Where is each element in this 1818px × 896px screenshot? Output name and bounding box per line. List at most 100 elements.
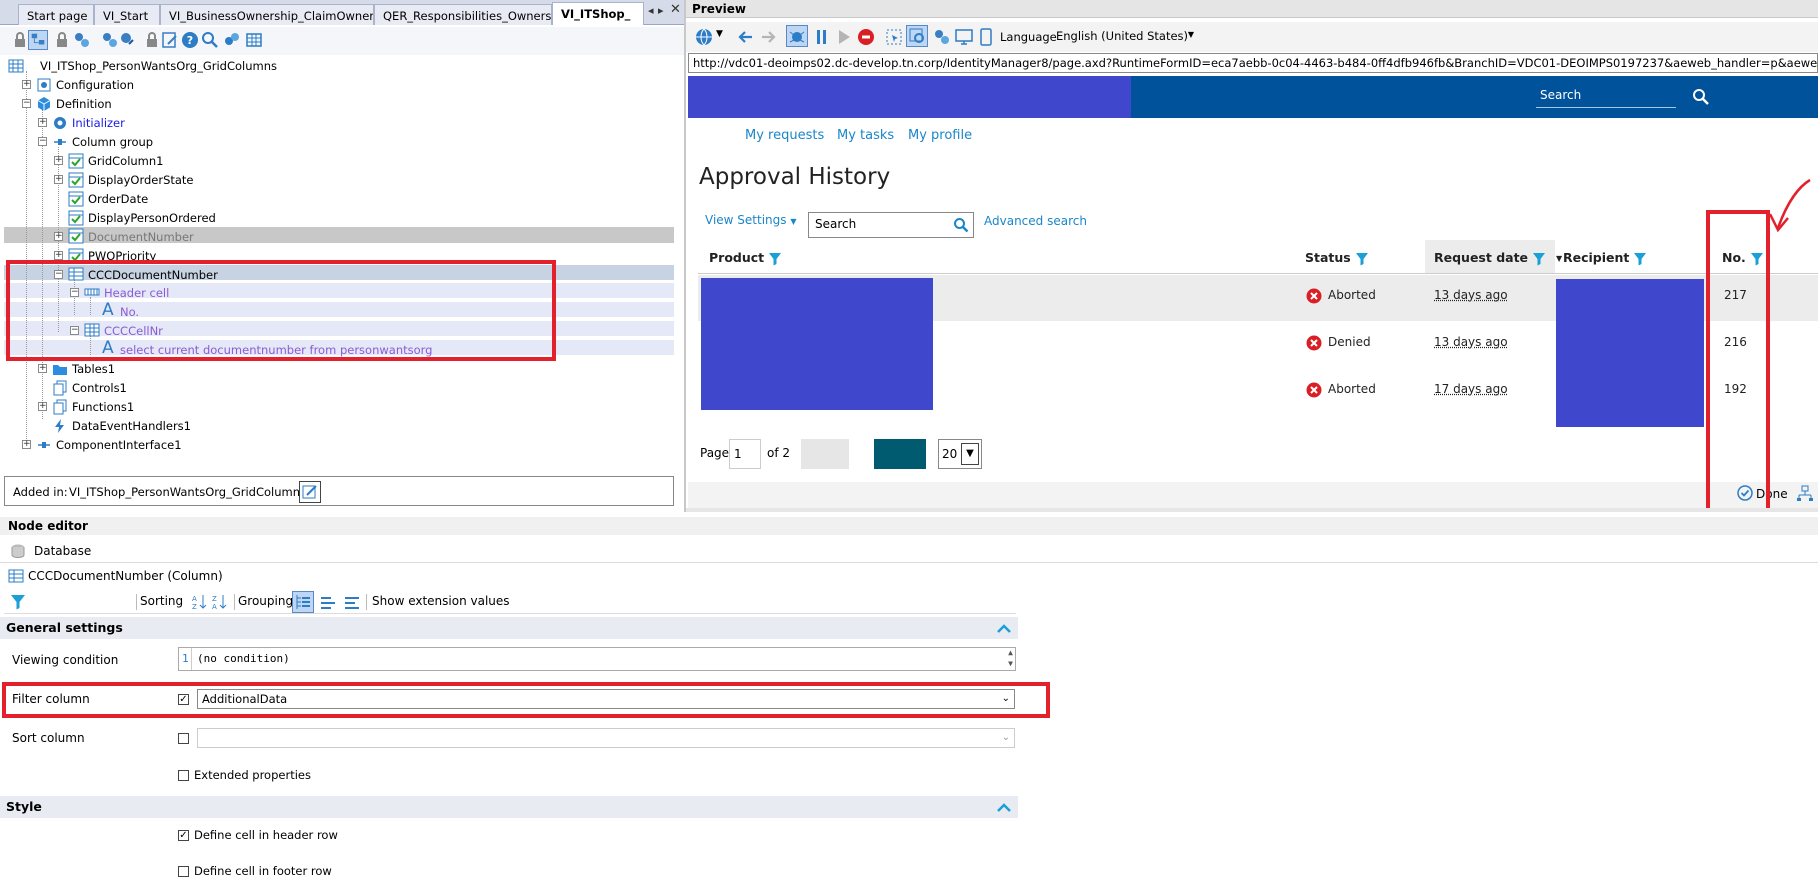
tab-close-icon[interactable]: ✕ (670, 2, 681, 17)
tab-vi-start[interactable]: VI_Start (94, 4, 160, 25)
define-footer-checkbox[interactable] (178, 866, 189, 877)
general-settings-header[interactable]: General settings (0, 617, 1018, 639)
extended-properties-checkbox[interactable] (178, 770, 189, 781)
sort-ascending-icon[interactable]: AZ (190, 593, 208, 611)
chevron-down-icon[interactable]: ▼ (716, 29, 723, 39)
document-tab-bar: Start page VI_Start VI_BusinessOwnership… (0, 0, 684, 25)
link-icon[interactable] (222, 30, 242, 50)
splitter[interactable] (684, 0, 686, 512)
filter-icon[interactable] (1355, 252, 1369, 266)
expand-plus-icon[interactable]: + (54, 175, 63, 184)
tree-view-icon[interactable] (28, 30, 48, 50)
group-list-icon[interactable] (318, 593, 338, 613)
expand-plus-icon[interactable]: + (54, 156, 63, 165)
url-bar[interactable]: http://vdc01-deoimps02.dc-develop.tn.cor… (688, 53, 1818, 73)
previous-page-button[interactable] (801, 439, 849, 469)
tab-qer-responsibilities[interactable]: QER_Responsibilities_Ownership (374, 4, 552, 25)
edit-button[interactable] (299, 481, 321, 503)
monitor-icon[interactable] (954, 27, 974, 47)
spin-up-icon[interactable]: ▲ (1008, 648, 1013, 658)
search-icon[interactable] (1692, 88, 1710, 106)
chevron-up-icon[interactable] (996, 621, 1012, 635)
chevron-up-icon[interactable] (996, 800, 1012, 814)
group-flat-icon[interactable] (342, 593, 362, 613)
globe-icon[interactable] (694, 27, 714, 47)
view-settings-button[interactable]: View Settings ▼ (705, 213, 797, 227)
column-header-request-date[interactable]: Request date ▼ (1434, 250, 1562, 266)
component-icon[interactable] (932, 27, 952, 47)
search-icon[interactable] (953, 217, 969, 233)
grid-icon[interactable] (244, 30, 264, 50)
show-extension-values-button[interactable]: Show extension values (372, 594, 510, 608)
expand-plus-icon[interactable]: + (54, 251, 63, 260)
advanced-search-link[interactable]: Advanced search (984, 214, 1087, 228)
request-date-link[interactable]: 17 days ago (1434, 382, 1508, 396)
select-element-icon[interactable] (884, 27, 904, 47)
collapse-minus-icon[interactable]: − (38, 137, 47, 146)
forward-arrow-icon[interactable] (758, 27, 778, 47)
expand-plus-icon[interactable]: + (54, 232, 63, 241)
status-text: Denied (1328, 335, 1371, 349)
lock-icon[interactable] (10, 30, 30, 50)
component-icon[interactable] (72, 30, 92, 50)
component-icon[interactable] (118, 30, 138, 50)
tab-scroll-left-icon[interactable]: ◂ (648, 4, 654, 17)
nav-my-profile[interactable]: My profile (908, 128, 972, 143)
play-icon[interactable] (834, 27, 854, 47)
lock-icon[interactable] (52, 30, 72, 50)
help-icon[interactable]: ? (180, 30, 200, 50)
search-icon[interactable] (200, 30, 220, 50)
edit-icon[interactable] (160, 30, 180, 50)
filter-input[interactable] (30, 592, 134, 612)
pause-icon[interactable] (812, 27, 832, 47)
inspect-button[interactable] (906, 25, 928, 47)
sort-down-icon[interactable]: ▼ (1556, 254, 1562, 263)
lock-icon[interactable] (142, 30, 162, 50)
spin-down-icon[interactable]: ▼ (1008, 659, 1013, 669)
nav-my-requests[interactable]: My requests (745, 128, 824, 143)
back-arrow-icon[interactable] (736, 27, 756, 47)
column-header-recipient[interactable]: Recipient (1563, 250, 1647, 266)
expand-plus-icon[interactable]: + (38, 364, 47, 373)
tab-scroll-right-icon[interactable]: ▸ (658, 4, 664, 17)
expand-plus-icon[interactable]: + (22, 440, 31, 449)
network-icon[interactable] (1796, 484, 1814, 502)
language-select[interactable]: English (United States) ▼ (1052, 26, 1198, 46)
filter-icon[interactable] (10, 594, 26, 610)
stop-icon[interactable] (856, 27, 876, 47)
viewing-condition-label: Viewing condition (12, 653, 119, 667)
collapse-minus-icon[interactable]: − (22, 99, 31, 108)
tab-vi-itshop[interactable]: VI_ITShop_ (552, 2, 644, 25)
status-text: Aborted (1328, 288, 1376, 302)
request-date-link[interactable]: 13 days ago (1434, 335, 1508, 349)
grid-search-input[interactable]: Search (808, 212, 974, 238)
debug-button[interactable] (786, 25, 808, 47)
column-header-product[interactable]: Product (709, 250, 782, 266)
tab-vi-businessownership[interactable]: VI_BusinessOwnership_ClaimOwnership (160, 4, 374, 25)
viewing-condition-editor[interactable]: 1 (no condition) ▲ ▼ (178, 647, 1016, 671)
component-icon[interactable] (100, 30, 120, 50)
filter-icon[interactable] (1532, 252, 1546, 266)
filter-icon[interactable] (768, 252, 782, 266)
sort-column-checkbox[interactable] (178, 733, 189, 744)
group-tree-button[interactable] (292, 591, 314, 613)
mobile-icon[interactable] (976, 27, 996, 47)
page-number-input[interactable]: 1 (729, 439, 761, 469)
expand-plus-icon[interactable]: + (38, 402, 47, 411)
page-size-value: 20 (942, 447, 958, 461)
column-header-status[interactable]: Status (1305, 250, 1369, 266)
request-date-link[interactable]: 13 days ago (1434, 288, 1508, 302)
tab-start-page[interactable]: Start page (18, 4, 94, 25)
expand-plus-icon[interactable]: + (38, 118, 47, 127)
expand-plus-icon[interactable]: + (22, 80, 31, 89)
style-header[interactable]: Style (0, 796, 1018, 818)
filter-icon[interactable] (1633, 252, 1647, 266)
page-size-select[interactable]: 20 ▼ (938, 439, 982, 469)
next-page-button[interactable] (874, 439, 926, 469)
sort-column-select[interactable]: ⌄ (197, 728, 1015, 748)
header-search-input[interactable]: Search (1536, 86, 1676, 108)
define-header-checkbox[interactable]: ✓ (178, 830, 189, 841)
sort-descending-icon[interactable]: ZA (210, 593, 228, 611)
nav-my-tasks[interactable]: My tasks (837, 128, 894, 143)
database-icon (11, 544, 25, 559)
